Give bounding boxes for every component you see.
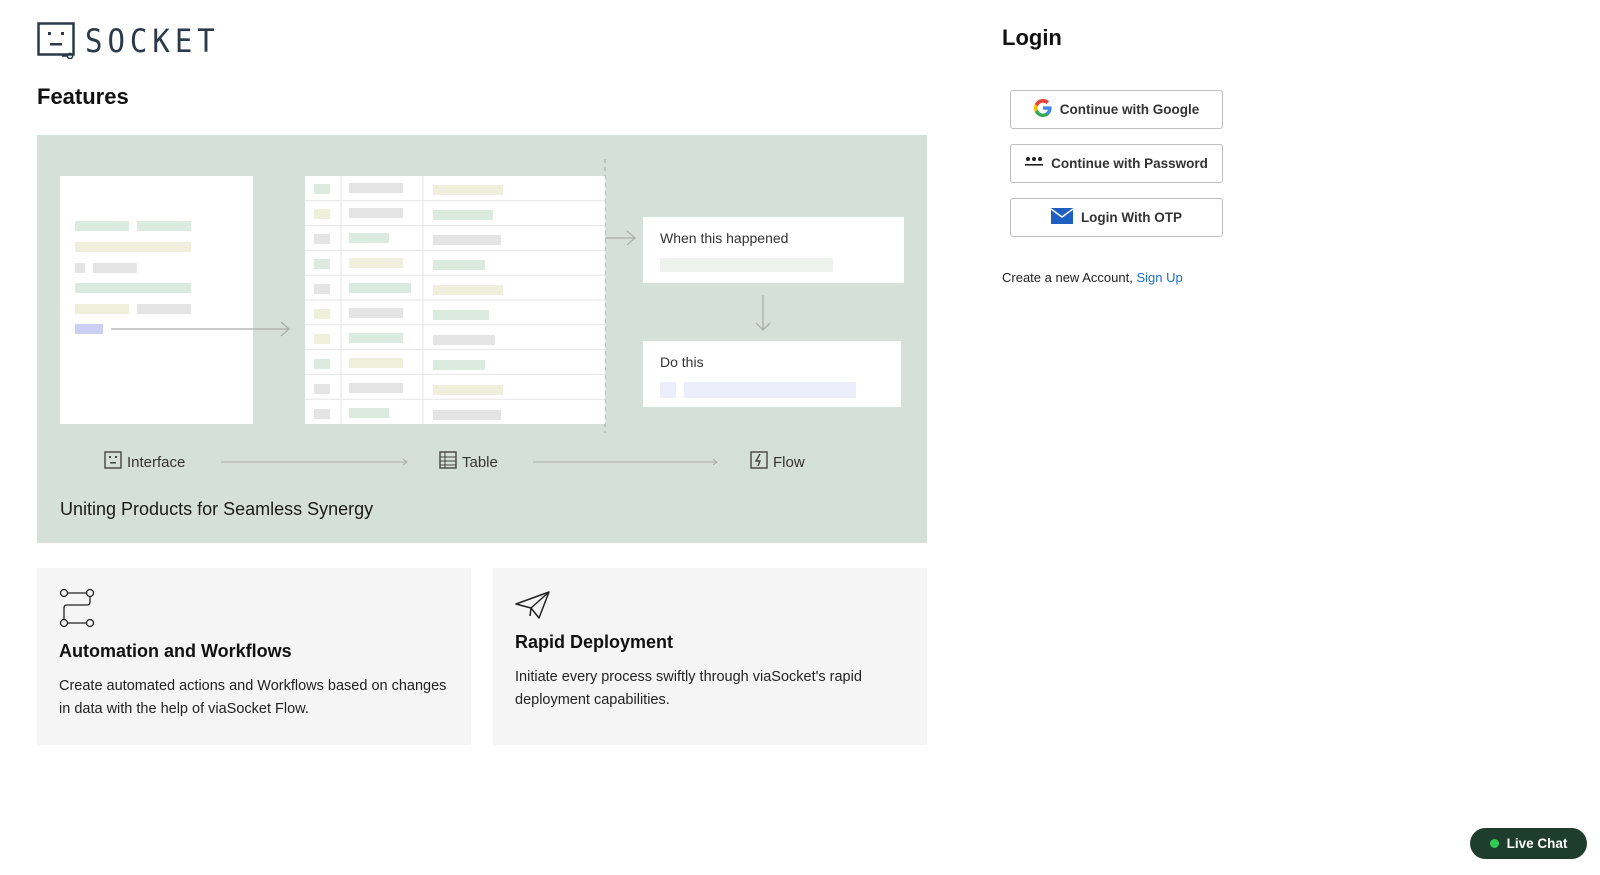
- action-label: Do this: [660, 354, 704, 370]
- features-hero: When this happened Do this Interface Tab…: [37, 135, 927, 543]
- brand-logo[interactable]: SOCKET: [37, 21, 220, 60]
- features-title: Features: [37, 84, 129, 109]
- feature-text-deployment: Initiate every process swiftly through v…: [515, 669, 862, 708]
- google-button-label: Continue with Google: [1059, 102, 1200, 117]
- action-placeholder-bar: [684, 382, 856, 398]
- live-chat-button[interactable]: Live Chat: [1470, 828, 1587, 859]
- workflow-icon: [59, 588, 95, 633]
- online-status-dot: [1489, 839, 1499, 848]
- table-icon: [439, 451, 457, 473]
- hero-caption: Uniting Products for Seamless Synergy: [60, 499, 374, 519]
- otp-button-label: Login With OTP: [1080, 210, 1183, 225]
- live-chat-label: Live Chat: [1506, 836, 1568, 851]
- feature-title-automation: Automation and Workflows: [59, 641, 292, 661]
- sign-up-link[interactable]: Sign Up: [1136, 270, 1182, 285]
- login-title: Login: [1002, 25, 1062, 50]
- flow-trigger-card: When this happened: [643, 217, 904, 283]
- step-table-label: Table: [462, 453, 498, 471]
- table-preview: [305, 176, 605, 424]
- feature-card-deployment: Rapid Deployment Initiate every process …: [493, 568, 927, 745]
- socket-logo-icon: [37, 22, 75, 60]
- signup-line: Create a new Account, Sign Up: [1002, 270, 1183, 285]
- step-flow-label: Flow: [773, 453, 805, 471]
- login-with-otp-button[interactable]: Login With OTP: [1010, 198, 1223, 237]
- continue-with-password-button[interactable]: Continue with Password: [1010, 144, 1223, 183]
- signup-prefix: Create a new Account,: [1002, 270, 1133, 285]
- paper-plane-icon: [515, 590, 551, 625]
- action-placeholder-icon: [660, 382, 676, 398]
- feature-card-automation: Automation and Workflows Create automate…: [37, 568, 471, 745]
- flow-action-card: Do this: [643, 341, 901, 407]
- brand-name: SOCKET: [85, 21, 220, 60]
- trigger-label: When this happened: [660, 230, 789, 246]
- feature-title-deployment: Rapid Deployment: [515, 632, 674, 652]
- interface-icon: [104, 451, 122, 473]
- trigger-placeholder-bar: [660, 258, 833, 272]
- feature-text-automation: Create automated actions and Workflows b…: [59, 678, 447, 717]
- flow-icon: [750, 451, 768, 473]
- google-icon: [1033, 99, 1052, 120]
- step-table: Table: [439, 451, 498, 473]
- continue-with-google-button[interactable]: Continue with Google: [1010, 90, 1223, 129]
- step-flow: Flow: [750, 451, 805, 473]
- password-dots-icon: [1025, 156, 1044, 171]
- password-button-label: Continue with Password: [1051, 156, 1208, 171]
- step-interface-label: Interface: [127, 453, 186, 471]
- step-interface: Interface: [104, 451, 185, 473]
- envelope-icon: [1050, 208, 1074, 227]
